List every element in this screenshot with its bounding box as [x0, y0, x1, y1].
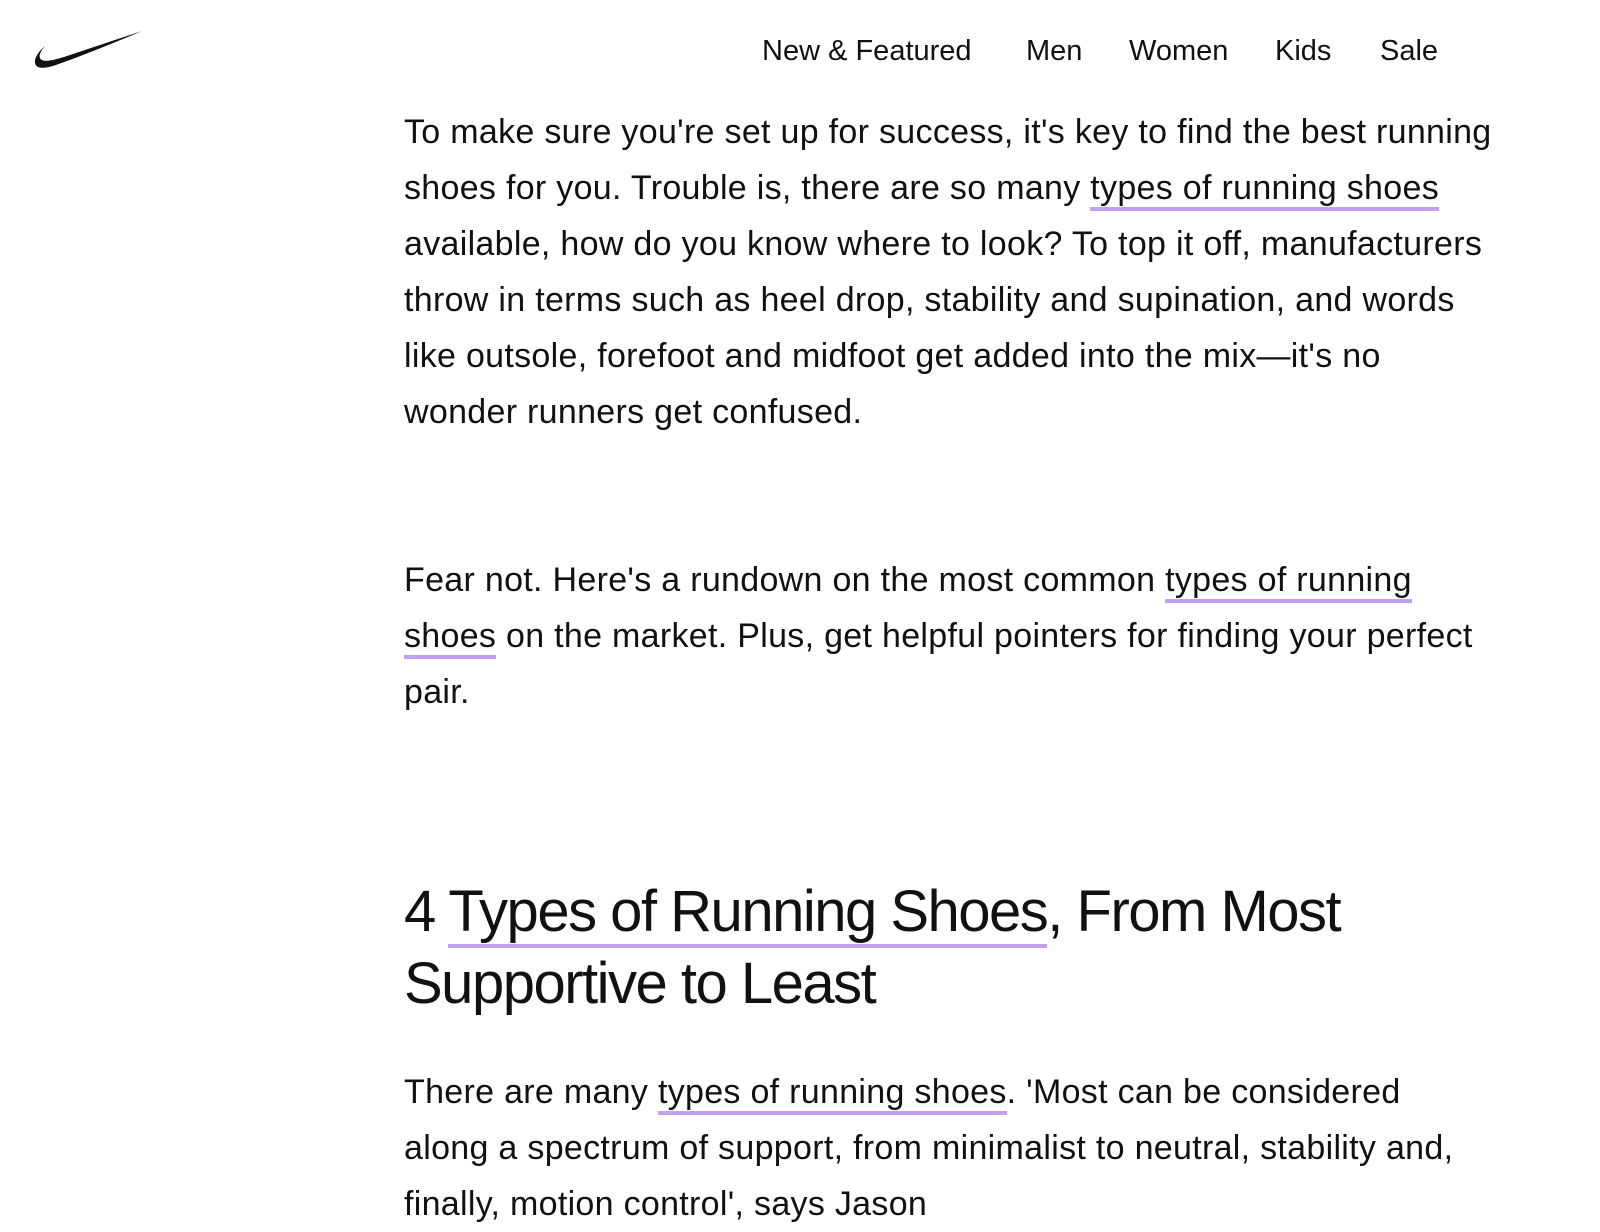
- types-of-running-shoes-heading-link[interactable]: Types of Running Shoes: [448, 879, 1049, 948]
- rundown-text-end: on the market. Plus, get helpful pointer…: [404, 617, 1473, 711]
- site-header: New & Featured Men Women Kids Sale: [0, 0, 1600, 100]
- nav-sale[interactable]: Sale: [1380, 33, 1438, 69]
- heading-text-start: 4: [404, 879, 449, 944]
- nav-men[interactable]: Men: [1026, 33, 1082, 69]
- nav-new-featured[interactable]: New & Featured: [762, 33, 972, 69]
- nav-kids[interactable]: Kids: [1275, 33, 1331, 69]
- nav-women[interactable]: Women: [1129, 33, 1228, 69]
- intro-text-end: available, how do you know where to look…: [404, 225, 1483, 431]
- types-of-running-shoes-link[interactable]: types of running shoes: [1090, 169, 1439, 211]
- types-of-running-shoes-link[interactable]: types of running shoes: [657, 1073, 1007, 1115]
- rundown-paragraph: Fear not. Here's a rundown on the most c…: [404, 552, 1494, 720]
- intro-paragraph: To make sure you're set up for success, …: [404, 104, 1494, 440]
- rundown-text-start: Fear not. Here's a rundown on the most c…: [404, 561, 1166, 599]
- main-nav: New & Featured Men Women Kids Sale: [0, 33, 1600, 73]
- spectrum-paragraph: There are many types of running shoes. '…: [404, 1064, 1494, 1232]
- spectrum-text-start: There are many: [404, 1073, 658, 1111]
- section-heading: 4 Types of Running Shoes, From Most Supp…: [404, 876, 1494, 1020]
